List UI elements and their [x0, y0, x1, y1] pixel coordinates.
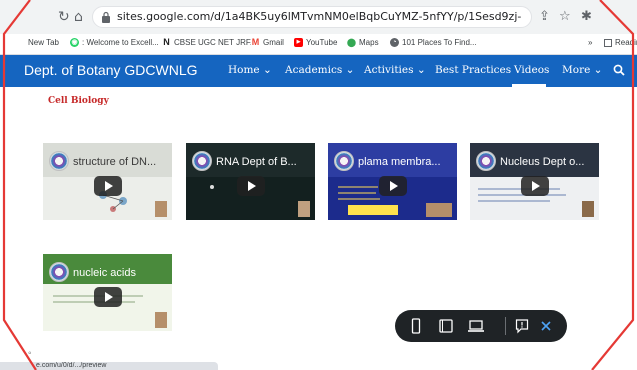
channel-logo — [49, 262, 69, 282]
bookmark-label: New Tab — [28, 38, 59, 47]
extension-icon[interactable]: ✱ — [581, 9, 592, 24]
video-title: Nucleus Dept o... — [500, 156, 585, 168]
youtube-icon: ▶ — [294, 38, 303, 47]
play-button[interactable] — [520, 175, 549, 196]
feedback-icon[interactable] — [515, 318, 529, 334]
preview-toolbar — [395, 310, 567, 342]
nav-more[interactable]: More ⌄ — [562, 64, 602, 76]
bookmark-101-places[interactable]: ◔ 101 Places To Find... — [390, 38, 477, 47]
toolbar-divider — [505, 317, 506, 335]
home-icon[interactable]: ⌂ — [74, 10, 83, 24]
bookmark-label: YouTube — [306, 38, 338, 47]
nav-academics[interactable]: Academics ⌄ — [285, 64, 354, 76]
bookmark-new-tab[interactable]: New Tab — [28, 38, 59, 47]
notion-icon: N — [162, 37, 171, 47]
reading-list-label: Readin — [615, 38, 637, 47]
cursor-mark-icon: ◦ — [28, 348, 32, 359]
nav-best-practices[interactable]: Best Practices — [435, 64, 511, 76]
tablet-icon[interactable] — [439, 318, 453, 334]
bookmarks-bar: New Tab ◉ : Welcome to Excell... N CBSE … — [0, 34, 637, 55]
phone-icon[interactable] — [411, 318, 421, 334]
video-card[interactable]: Nucleus Dept o... — [470, 143, 599, 220]
bookmark-label: Maps — [359, 38, 379, 47]
star-icon[interactable]: ☆ — [559, 9, 571, 24]
channel-logo — [192, 151, 212, 171]
video-card[interactable]: structure of DN... — [43, 143, 172, 220]
bookmark-label: Gmail — [263, 38, 284, 47]
url-text[interactable]: sites.google.com/d/1a4BK5uy6lMTvmNM0elBq… — [117, 10, 522, 23]
share-icon[interactable]: ⇪ — [539, 9, 550, 24]
section-title: Cell Biology — [48, 96, 109, 106]
site-title[interactable]: Dept. of Botany GDCWNLG — [24, 62, 198, 78]
play-button[interactable] — [93, 175, 122, 196]
whatsapp-icon: ◉ — [70, 38, 79, 47]
play-button[interactable] — [93, 286, 122, 307]
bookmark-cbse[interactable]: N CBSE UGC NET JRF... — [162, 38, 257, 47]
nav-activities[interactable]: Activities ⌄ — [364, 64, 426, 76]
bookmark-maps[interactable]: ⬤ Maps — [347, 38, 379, 47]
gmail-icon: M — [251, 37, 260, 47]
reading-list[interactable]: Readin — [604, 38, 637, 47]
nav-home[interactable]: Home ⌄ — [228, 64, 272, 76]
lock-icon — [102, 11, 110, 23]
bookmark-welcome[interactable]: ◉ : Welcome to Excell... — [70, 38, 159, 47]
bookmark-label: : Welcome to Excell... — [82, 38, 159, 47]
laptop-icon[interactable] — [467, 318, 485, 334]
address-bar[interactable]: sites.google.com/d/1a4BK5uy6lMTvmNM0elBq… — [92, 6, 532, 28]
status-bar: e.com/u/0/d/.../preview — [0, 362, 218, 370]
channel-logo — [476, 151, 496, 171]
bookmark-youtube[interactable]: ▶ YouTube — [294, 38, 337, 47]
search-icon[interactable] — [613, 64, 625, 76]
video-card[interactable]: plama membra... — [328, 143, 457, 220]
video-card[interactable]: RNA Dept of B... — [186, 143, 315, 220]
globe-icon: ◔ — [390, 38, 399, 47]
video-card[interactable]: nucleic acids — [43, 254, 172, 331]
play-button[interactable] — [378, 175, 407, 196]
play-button[interactable] — [236, 175, 265, 196]
bookmarks-overflow[interactable]: » — [588, 38, 592, 47]
channel-logo — [334, 151, 354, 171]
video-title: structure of DN... — [73, 156, 157, 168]
nav-videos[interactable]: Videos — [514, 64, 549, 76]
bookmark-gmail[interactable]: M Gmail — [251, 38, 284, 47]
video-title: RNA Dept of B... — [216, 156, 297, 168]
bookmark-label: CBSE UGC NET JRF... — [174, 38, 257, 47]
bookmark-label: 101 Places To Find... — [402, 38, 477, 47]
browser-toolbar: ↻ ⌂ sites.google.com/d/1a4BK5uy6lMTvmNM0… — [0, 0, 637, 34]
nav-active-indicator — [512, 84, 546, 87]
reading-list-icon — [604, 38, 612, 47]
video-title: plama membra... — [358, 156, 441, 168]
channel-logo — [49, 151, 69, 171]
overflow-chevron-icon: » — [588, 38, 593, 47]
maps-icon: ⬤ — [347, 38, 356, 47]
reload-icon[interactable]: ↻ — [58, 10, 70, 24]
close-icon[interactable] — [540, 320, 552, 332]
site-header: Dept. of Botany GDCWNLG Home ⌄ Academics… — [0, 55, 637, 87]
video-title: nucleic acids — [73, 267, 136, 279]
